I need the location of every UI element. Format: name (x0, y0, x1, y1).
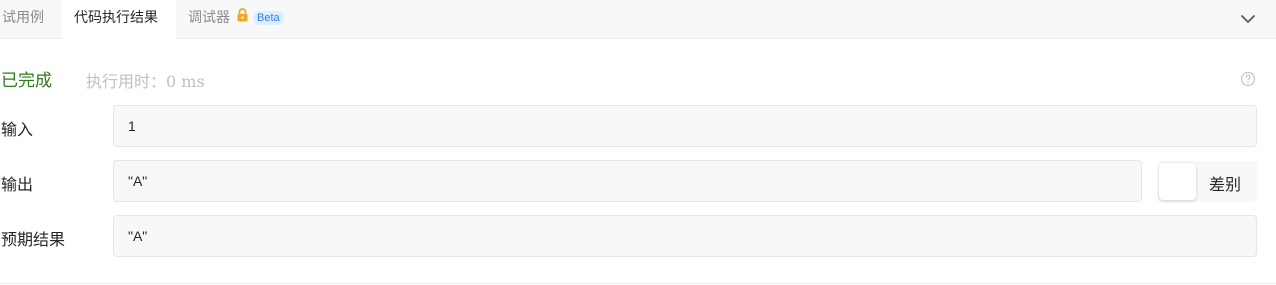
divider (0, 283, 1276, 284)
lock-icon (236, 0, 249, 36)
diff-label: 差别 (1209, 175, 1242, 194)
chevron-down-icon[interactable] (1238, 9, 1258, 29)
tab-testcases[interactable]: 试用例 (0, 0, 61, 39)
expected-value: "A" (113, 215, 1257, 257)
beta-badge: Beta (253, 11, 284, 25)
output-value: "A" (113, 160, 1142, 202)
expected-label: 预期结果 (1, 230, 66, 249)
input-value: 1 (113, 105, 1257, 147)
output-label: 输出 (1, 175, 34, 194)
runtime-text: 执行用时：0 ms (86, 72, 205, 91)
tab-run-result[interactable]: 代码执行结果 (62, 0, 176, 39)
tab-debugger-label: 调试器 (188, 10, 230, 26)
input-label: 输入 (1, 120, 34, 139)
result-tabbar: 试用例 代码执行结果 调试器 Beta (0, 0, 1276, 39)
tab-debugger[interactable]: 调试器 Beta (178, 0, 284, 39)
diff-toggle-button[interactable]: 差别 (1158, 161, 1257, 202)
diff-toggle-switch[interactable] (1159, 163, 1196, 200)
help-icon[interactable] (1240, 71, 1256, 87)
run-status: 已完成 (1, 71, 52, 91)
